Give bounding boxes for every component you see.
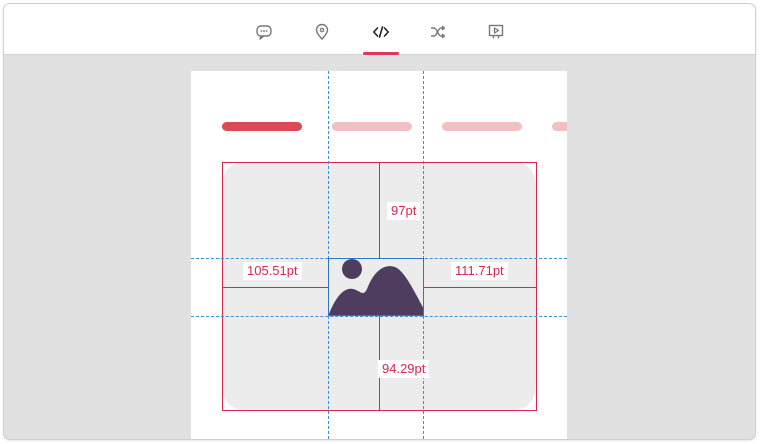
alignment-guide-vertical: [423, 71, 424, 439]
measure-line-left: [222, 287, 328, 288]
selected-image[interactable]: [328, 258, 424, 316]
measurement-label-right: 111.71pt: [451, 262, 508, 280]
page-indicator-pill[interactable]: [332, 122, 412, 131]
location-pin-icon: [315, 23, 329, 40]
measure-line-right: [424, 287, 537, 288]
tab-comments[interactable]: [246, 14, 282, 50]
design-canvas[interactable]: 97pt 105.51pt 111.71pt 94.29pt: [191, 71, 567, 439]
page-indicator-pill[interactable]: [222, 122, 302, 131]
tab-location[interactable]: [304, 14, 340, 50]
alignment-guide-vertical: [328, 71, 329, 439]
code-icon: [373, 26, 389, 38]
measurement-label-left: 105.51pt: [243, 262, 302, 280]
app-window: 97pt 105.51pt 111.71pt 94.29pt: [4, 4, 755, 439]
shuffle-icon: [431, 25, 446, 39]
speech-bubble-icon: [256, 25, 272, 40]
alignment-guide-horizontal: [191, 316, 567, 317]
page-indicator-pill[interactable]: [552, 122, 567, 131]
play-presentation-icon: [488, 24, 504, 39]
measurement-label-top: 97pt: [387, 202, 421, 220]
active-tab-indicator: [363, 52, 399, 55]
tab-code[interactable]: [363, 14, 399, 50]
toolbar: [4, 4, 755, 55]
page-indicator-pill[interactable]: [442, 122, 522, 131]
measure-line-top: [379, 162, 380, 258]
tab-shuffle[interactable]: [420, 14, 456, 50]
image-mountain-icon: [329, 259, 423, 315]
tab-presentation[interactable]: [478, 14, 514, 50]
measurement-label-bottom: 94.29pt: [378, 360, 430, 378]
